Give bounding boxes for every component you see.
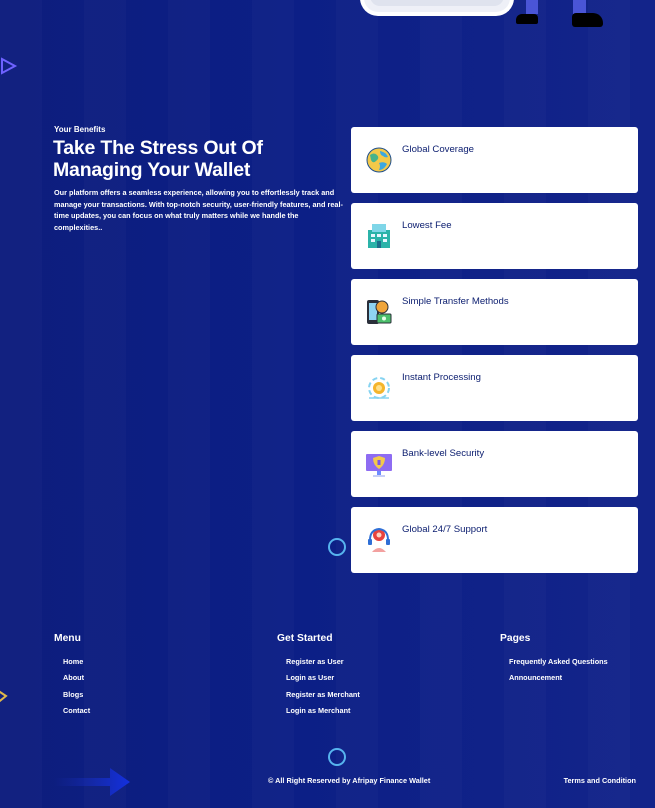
benefit-card-title: Global Coverage	[402, 144, 474, 155]
footer-link-announcement[interactable]: Announcement	[509, 670, 608, 686]
footer-pages-title: Pages	[500, 633, 531, 644]
support-agent-icon	[368, 527, 390, 552]
leg-illustration	[573, 0, 586, 14]
globe-icon	[366, 147, 392, 173]
footer-link-about[interactable]: About	[63, 670, 90, 686]
ring-decoration-icon	[328, 538, 346, 556]
shoe-illustration	[516, 14, 538, 24]
ring-decoration-icon	[328, 748, 346, 766]
footer-link-login-user[interactable]: Login as User	[286, 670, 360, 686]
footer-link-register-merchant[interactable]: Register as Merchant	[286, 687, 360, 703]
footer-link-contact[interactable]: Contact	[63, 703, 90, 719]
benefit-card-lowest-fee: Lowest Fee	[351, 203, 638, 269]
footer-menu-list: Home About Blogs Contact	[63, 654, 90, 720]
terms-link[interactable]: Terms and Condition	[564, 776, 636, 785]
benefit-card-title: Global 24/7 Support	[402, 524, 488, 535]
triangle-decoration-icon	[0, 690, 8, 703]
building-icon	[368, 224, 390, 248]
benefit-card-global-coverage: Global Coverage	[351, 127, 638, 193]
shoe-illustration	[572, 13, 603, 27]
footer-get-started-list: Register as User Login as User Register …	[286, 654, 360, 720]
footer-link-blogs[interactable]: Blogs	[63, 687, 90, 703]
benefit-card-support: Global 24/7 Support	[351, 507, 638, 573]
section-title: Take The Stress Out Of Managing Your Wal…	[53, 137, 263, 181]
footer-link-register-user[interactable]: Register as User	[286, 654, 360, 670]
leg-illustration	[526, 0, 538, 14]
footer-link-login-merchant[interactable]: Login as Merchant	[286, 703, 360, 719]
footer-pages-list: Frequently Asked Questions Announcement	[509, 654, 608, 687]
benefit-card-title: Bank-level Security	[402, 448, 485, 459]
footer-menu-title: Menu	[54, 633, 81, 644]
benefit-card-title: Lowest Fee	[402, 220, 452, 231]
benefit-card-simple-transfer: Simple Transfer Methods	[351, 279, 638, 345]
footer-get-started-title: Get Started	[277, 633, 333, 644]
benefit-card-title: Instant Processing	[402, 372, 481, 383]
copyright-text: © All Right Reserved by Afripay Finance …	[268, 776, 431, 785]
phone-illustration	[360, 0, 514, 16]
footer-link-home[interactable]: Home	[63, 654, 90, 670]
security-screen-icon	[366, 454, 392, 477]
benefit-card-title: Simple Transfer Methods	[402, 296, 509, 307]
arrow-decoration-icon	[54, 768, 130, 796]
footer-link-faq[interactable]: Frequently Asked Questions	[509, 654, 608, 670]
benefit-card-bank-security: Bank-level Security	[351, 431, 638, 497]
triangle-decoration-icon	[1, 57, 18, 75]
instant-coin-icon	[368, 377, 390, 399]
section-eyebrow: Your Benefits	[54, 125, 106, 134]
phone-transfer-icon	[367, 300, 392, 324]
section-description: Our platform offers a seamless experienc…	[54, 188, 343, 233]
benefit-card-instant-processing: Instant Processing	[351, 355, 638, 421]
